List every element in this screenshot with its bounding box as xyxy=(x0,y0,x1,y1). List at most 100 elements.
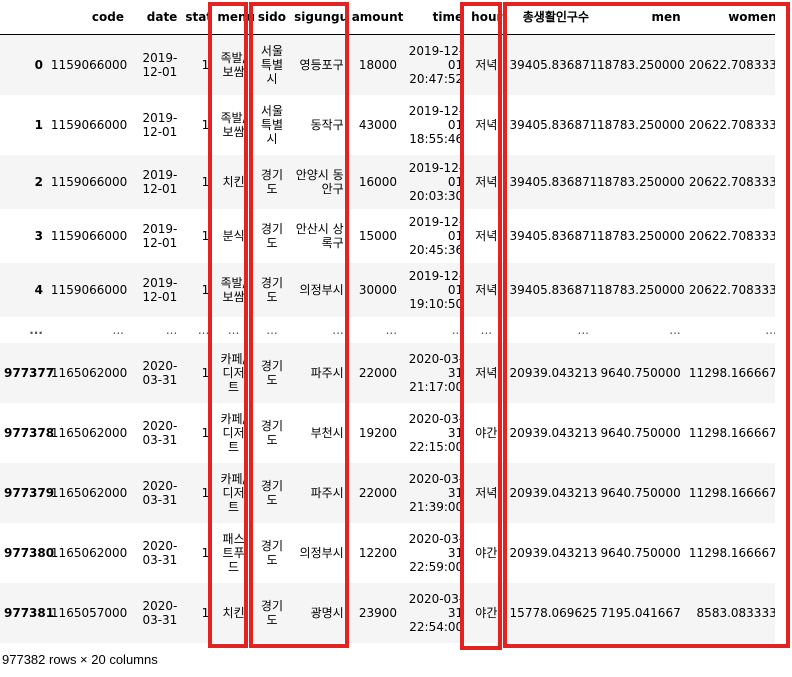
header-amount: amount xyxy=(347,0,403,35)
cell-men: 18783.250000 xyxy=(597,282,685,297)
cell-women: 11298.166667 xyxy=(688,365,775,380)
table-row: 3 1159066000 2019-12-01 1 분식 경기도 안산시 상록구 15000 2… xyxy=(0,209,775,263)
header-stat: stat xyxy=(181,0,214,35)
cell-men: 9640.750000 xyxy=(600,545,681,560)
cell-hour: 저녁 xyxy=(475,117,498,132)
cell-menu: 패스트푸드 xyxy=(222,531,245,574)
cell-code: 1165062000 xyxy=(50,485,128,500)
row-index: ... xyxy=(29,322,43,337)
dataframe-table: code date stat menu sido sigungu amount … xyxy=(0,0,775,643)
cell-sigungu: 광명시 xyxy=(310,605,344,620)
cell-code: 1159066000 xyxy=(50,228,128,243)
cell-amount: 15000 xyxy=(358,228,398,243)
cell-pop: ... xyxy=(577,322,589,337)
cell-hour: 야간 xyxy=(475,605,498,620)
cell-amount: ... xyxy=(385,322,398,337)
cell-hour: 저녁 xyxy=(475,282,498,297)
cell-sigungu: ... xyxy=(332,322,344,337)
cell-time: 2019-12-01 20:45:36 xyxy=(408,214,464,257)
cell-amount: 22000 xyxy=(358,485,398,500)
cell-sigungu: 의정부시 xyxy=(299,545,344,560)
cell-menu: 카페/디저트 xyxy=(220,471,247,514)
row-index: 977379 xyxy=(4,485,55,500)
cell-women: 20622.708333 xyxy=(688,117,775,132)
table-row: 977377 1165062000 2020-03-31 1 카페/디저트 경기도 파주시 2… xyxy=(0,342,775,403)
cell-men: 18783.250000 xyxy=(597,57,685,72)
cell-date: 2020-03-31 xyxy=(142,538,178,567)
cell-menu: 치킨 xyxy=(222,605,245,620)
cell-stat: 1 xyxy=(201,174,210,189)
row-index: 977381 xyxy=(4,605,55,620)
cell-sigungu: 파주시 xyxy=(310,485,344,500)
header-pop: 총생활인구수 xyxy=(505,0,593,35)
cell-menu: 족발/보쌈 xyxy=(220,110,247,139)
cell-date: 2019-12-01 xyxy=(142,275,178,304)
cell-sido: ... xyxy=(266,322,278,337)
table-row: 977381 1165057000 2020-03-31 1 치킨 경기도 광명시 23900… xyxy=(0,582,775,643)
cell-hour: 야간 xyxy=(475,425,498,440)
cell-pop: 20939.043213 xyxy=(509,425,598,440)
cell-sigungu: 안산시 상록구 xyxy=(295,221,344,250)
cell-sigungu: 영등포구 xyxy=(299,57,344,72)
cell-hour: 저녁 xyxy=(475,174,498,189)
cell-menu: 카페/디저트 xyxy=(220,351,247,394)
cell-men: 18783.250000 xyxy=(597,174,685,189)
header-sigungu: sigungu xyxy=(290,0,348,35)
cell-men: 9640.750000 xyxy=(600,485,681,500)
cell-sido: 서울특별시 xyxy=(260,103,284,146)
cell-amount: 19200 xyxy=(358,425,398,440)
cell-stat: 1 xyxy=(201,117,210,132)
cell-time: 2019-12-01 19:10:50 xyxy=(408,268,464,311)
header-menu: menu xyxy=(213,0,255,35)
cell-menu: 족발/보쌈 xyxy=(220,275,247,304)
cell-menu: 족발/보쌈 xyxy=(220,50,247,79)
cell-amount: 43000 xyxy=(358,117,398,132)
cell-sido: 경기도 xyxy=(260,418,284,447)
cell-hour: ... xyxy=(480,322,493,337)
cell-date: 2020-03-31 xyxy=(142,598,178,627)
row-index: 1 xyxy=(34,117,43,132)
cell-amount: 18000 xyxy=(358,57,398,72)
cell-date: 2020-03-31 xyxy=(142,358,178,387)
table-row: 1 1159066000 2019-12-01 1 족발/보쌈 서울특별시 동작구 43000… xyxy=(0,95,775,155)
cell-sido: 경기도 xyxy=(260,358,284,387)
cell-women: ... xyxy=(765,322,775,337)
cell-pop: 20939.043213 xyxy=(509,485,598,500)
cell-hour: 저녁 xyxy=(475,485,498,500)
cell-sigungu: 안양시 동안구 xyxy=(295,167,344,196)
cell-women: 20622.708333 xyxy=(688,174,775,189)
cell-sido: 경기도 xyxy=(260,167,284,196)
cell-hour: 저녁 xyxy=(475,365,498,380)
row-index: 2 xyxy=(34,174,43,189)
cell-stat: 1 xyxy=(201,57,210,72)
row-index: 4 xyxy=(34,282,43,297)
cell-pop: 39405.836871 xyxy=(509,228,598,243)
cell-date: 2019-12-01 xyxy=(142,167,178,196)
cell-women: 20622.708333 xyxy=(688,57,775,72)
row-index: 3 xyxy=(34,228,43,243)
header-men: men xyxy=(593,0,685,35)
table-header: code date stat menu sido sigungu amount … xyxy=(0,0,775,35)
header-hour: hour xyxy=(467,0,506,35)
cell-time: 2019-12-01 20:03:30 xyxy=(408,160,464,203)
cell-women: 20622.708333 xyxy=(688,282,775,297)
cell-time: 2020-03-31 22:54:00 xyxy=(408,591,464,634)
row-index: 0 xyxy=(34,57,43,72)
cell-women: 11298.166667 xyxy=(688,425,775,440)
cell-women: 20622.708333 xyxy=(688,228,775,243)
table-body: 0 1159066000 2019-12-01 1 족발/보쌈 서울특별시 영등포구 1800… xyxy=(0,34,775,643)
cell-time: 2020-03-31 21:17:00 xyxy=(408,351,464,394)
cell-time: 2020-03-31 22:59:00 xyxy=(408,531,464,574)
cell-code: 1165057000 xyxy=(50,605,128,620)
cell-sigungu: 부천시 xyxy=(310,425,344,440)
header-index xyxy=(0,0,47,35)
table-row: 4 1159066000 2019-12-01 1 족발/보쌈 경기도 의정부시 30000 2… xyxy=(0,262,775,317)
cell-women: 11298.166667 xyxy=(688,545,775,560)
cell-stat: 1 xyxy=(201,485,210,500)
cell-pop: 39405.836871 xyxy=(509,57,598,72)
header-code: code xyxy=(46,0,128,35)
cell-sido: 경기도 xyxy=(260,221,284,250)
header-sido: sido xyxy=(253,0,291,35)
cell-stat: 1 xyxy=(201,425,210,440)
table-row: 977379 1165062000 2020-03-31 1 카페/디저트 경기도 파주시 2… xyxy=(0,462,775,523)
